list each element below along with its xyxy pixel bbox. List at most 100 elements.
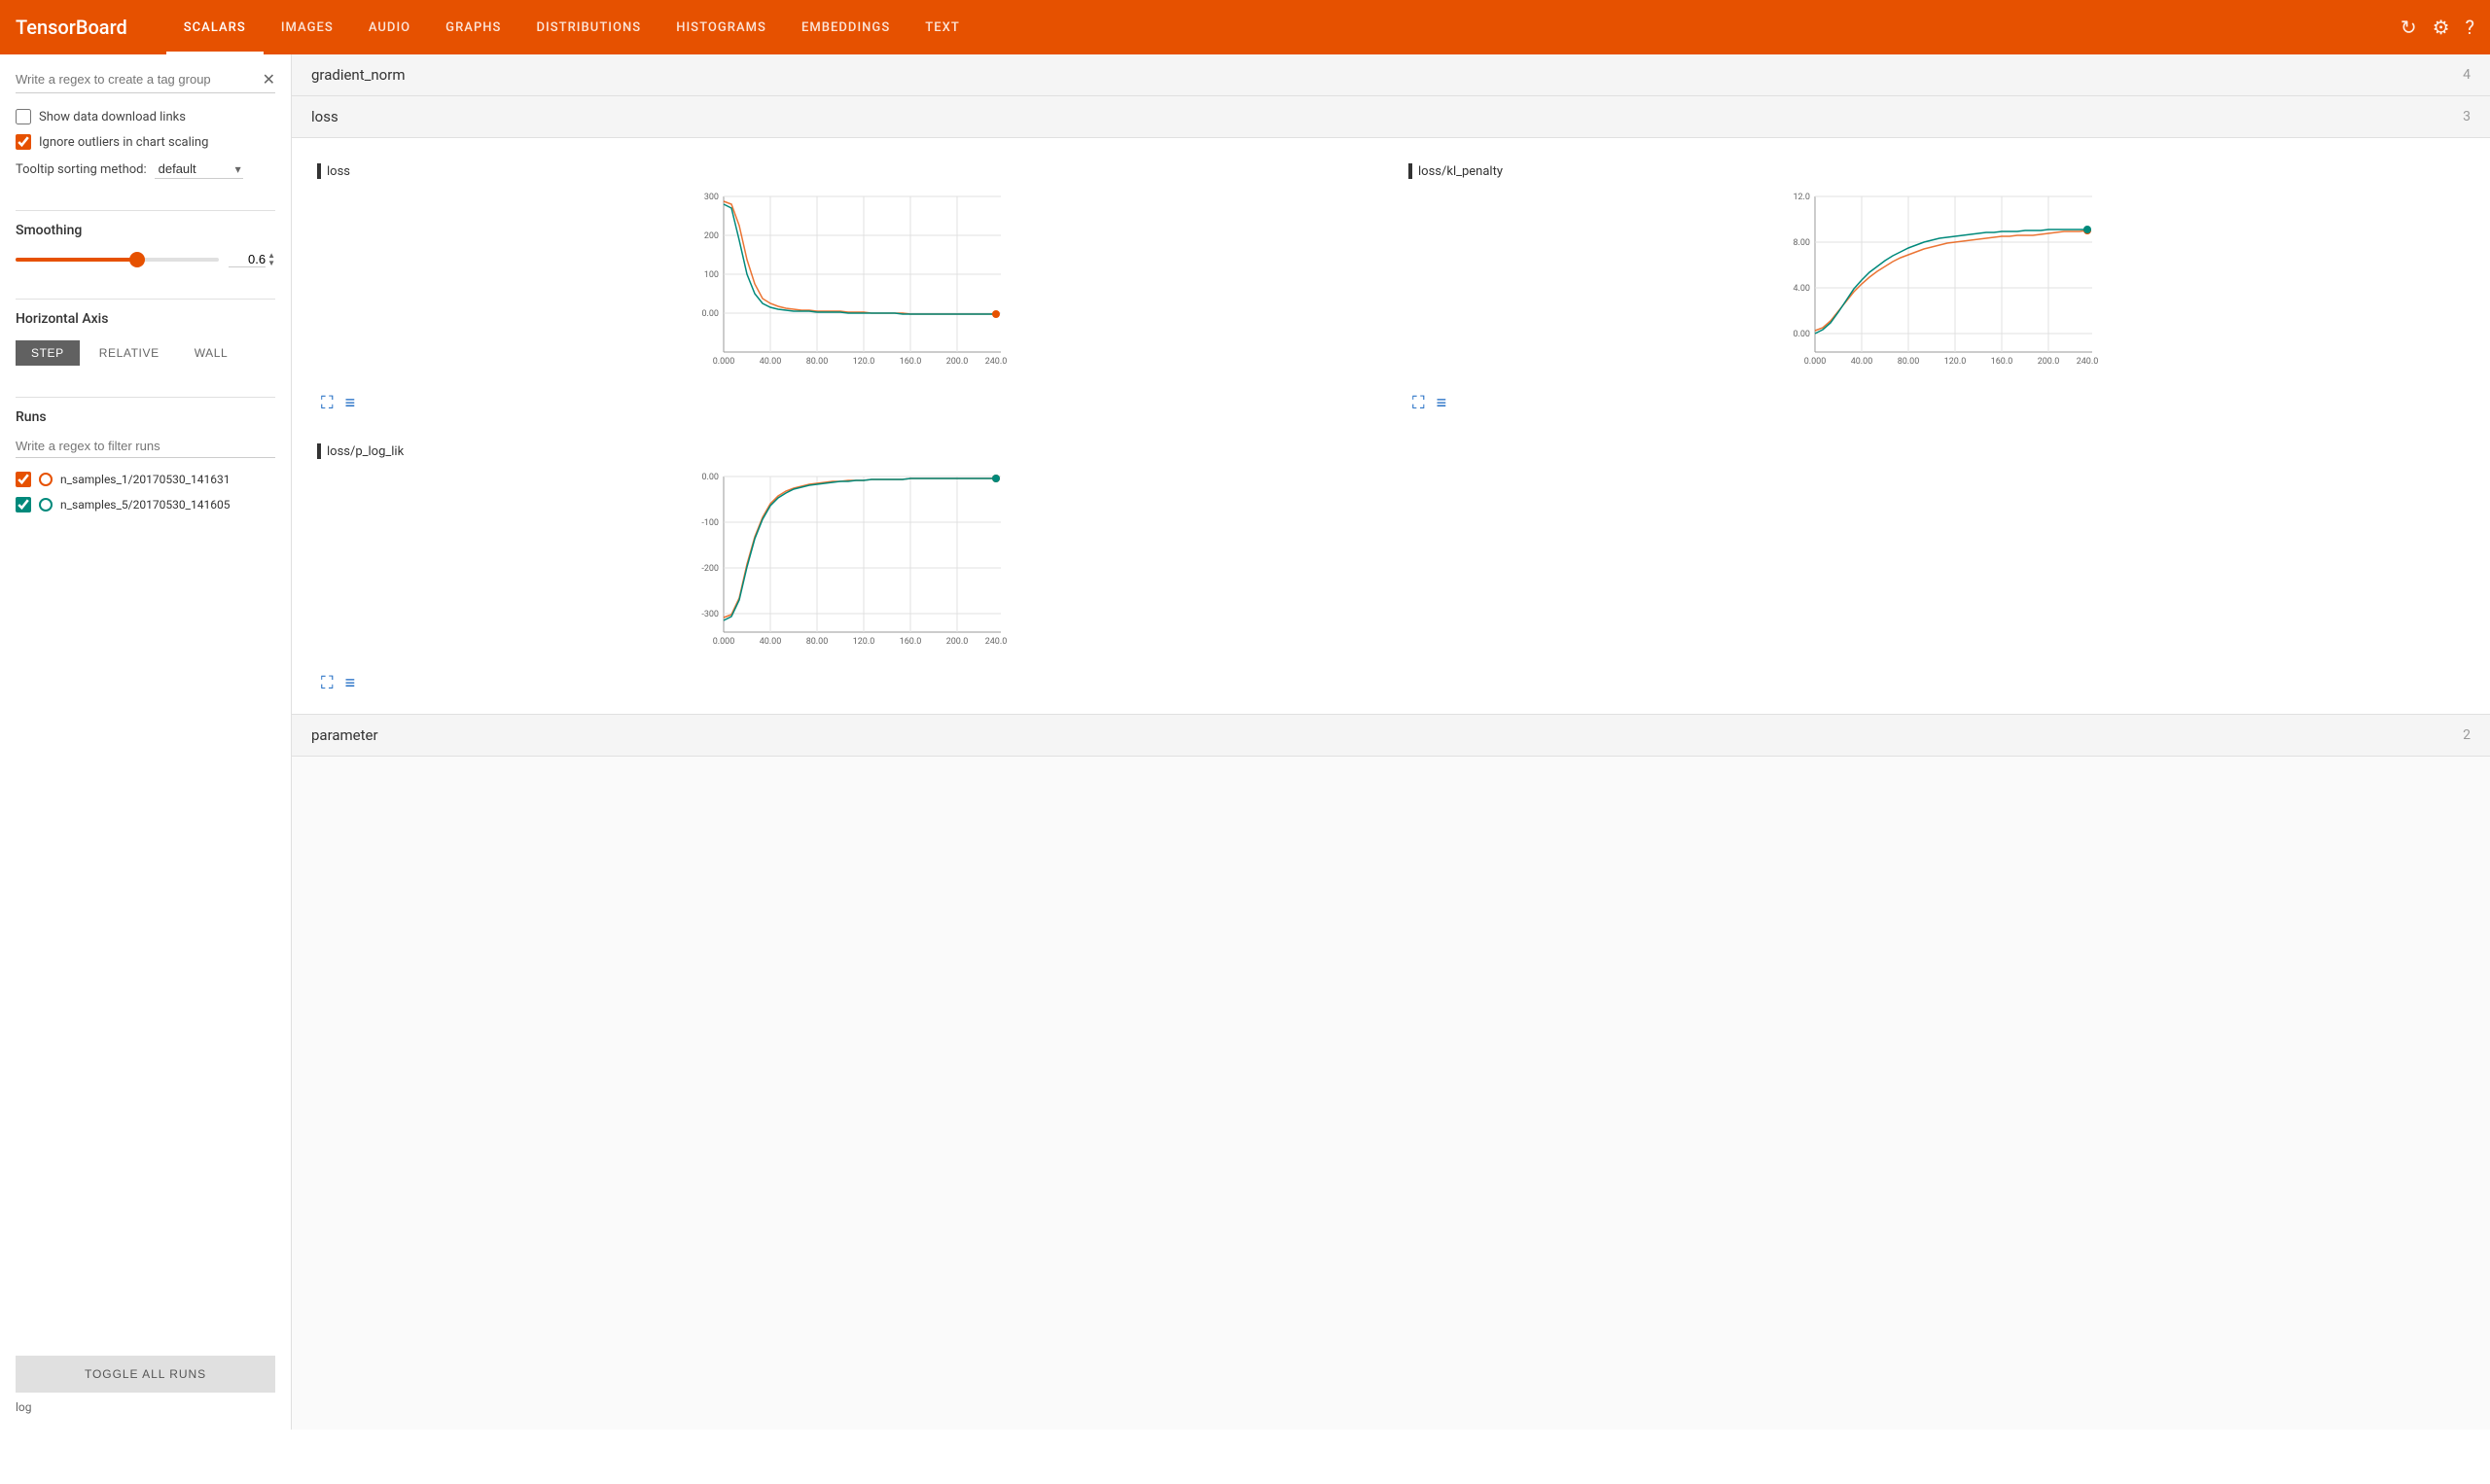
close-icon[interactable]: ✕: [263, 70, 275, 88]
chart-kl-svg: 12.0 8.00 4.00 0.00 0.000 40.00 80.00 12…: [1408, 187, 2465, 381]
smoothing-value-container: ▲ ▼: [229, 252, 275, 267]
loss-charts-container: loss: [292, 138, 2490, 715]
svg-text:12.0: 12.0: [1793, 193, 1810, 202]
chart-kl-penalty: loss/kl_penalty: [1399, 154, 2474, 418]
chart-ploglik-svg: 0.00 -100 -200 -300 0.000 40.00 80.00 12…: [317, 467, 1373, 661]
chart-kl-title-row: loss/kl_penalty: [1408, 163, 2465, 179]
ignore-outliers-row: Ignore outliers in chart scaling: [16, 134, 275, 150]
chart-loss-title-row: loss: [317, 163, 1373, 179]
svg-text:0.000: 0.000: [713, 637, 735, 647]
ignore-outliers-checkbox[interactable]: [16, 134, 31, 150]
smoothing-stepper: ▲ ▼: [267, 252, 275, 267]
loss-section-header[interactable]: loss 3: [292, 96, 2490, 138]
svg-text:80.00: 80.00: [806, 357, 829, 367]
run-2-checkbox[interactable]: [16, 497, 31, 512]
chart-kl-controls: ⛶ ≡: [1408, 393, 2465, 413]
nav-text[interactable]: TEXT: [907, 0, 978, 54]
svg-text:300: 300: [704, 193, 719, 202]
axis-wall-button[interactable]: WALL: [179, 340, 244, 366]
tooltip-sorting-label: Tooltip sorting method:: [16, 162, 147, 177]
runs-filter-input[interactable]: [16, 439, 275, 458]
chart-loss-label: loss: [327, 164, 350, 179]
smoothing-decrement[interactable]: ▼: [267, 260, 275, 267]
nav-histograms[interactable]: HISTOGRAMS: [658, 0, 784, 54]
smoothing-slider-fill: [16, 258, 137, 262]
gradient-norm-count: 4: [2463, 67, 2471, 83]
svg-text:240.0: 240.0: [985, 637, 1008, 647]
nav-audio[interactable]: AUDIO: [351, 0, 428, 54]
axis-relative-button[interactable]: RELATIVE: [84, 340, 175, 366]
chart-kl-label: loss/kl_penalty: [1418, 164, 1503, 179]
svg-text:200: 200: [704, 231, 719, 241]
header: TensorBoard SCALARS IMAGES AUDIO GRAPHS …: [0, 0, 2490, 54]
smoothing-label: Smoothing: [16, 223, 275, 238]
chart-placeholder: [1399, 434, 2474, 698]
smoothing-slider-track[interactable]: [16, 258, 219, 262]
run-1-checkbox[interactable]: [16, 472, 31, 487]
svg-text:0.000: 0.000: [1804, 357, 1827, 367]
chart-loss-menu-button[interactable]: ≡: [345, 393, 356, 413]
parameter-section-header[interactable]: parameter 2: [292, 715, 2490, 757]
divider-3: [16, 397, 275, 398]
tag-regex-input[interactable]: [16, 72, 263, 87]
smoothing-section: Smoothing ▲ ▼: [16, 223, 275, 267]
show-data-links-row: Show data download links: [16, 109, 275, 124]
chart-kl-menu-button[interactable]: ≡: [1437, 393, 1447, 413]
chart-ploglik-svg-wrapper: 0.00 -100 -200 -300 0.000 40.00 80.00 12…: [317, 467, 1373, 665]
main-nav: SCALARS IMAGES AUDIO GRAPHS DISTRIBUTION…: [166, 0, 2401, 54]
svg-text:200.0: 200.0: [2038, 357, 2060, 367]
svg-text:40.00: 40.00: [1851, 357, 1873, 367]
axis-label: Horizontal Axis: [16, 311, 275, 327]
svg-text:-100: -100: [701, 518, 719, 528]
axis-step-button[interactable]: STEP: [16, 340, 80, 366]
app-logo: TensorBoard: [16, 16, 127, 39]
chart-ploglik-menu-button[interactable]: ≡: [345, 673, 356, 693]
chart-ploglik-expand-button[interactable]: ⛶: [321, 673, 334, 693]
svg-text:0.00: 0.00: [1793, 330, 1810, 339]
parameter-count: 2: [2463, 727, 2471, 743]
nav-embeddings[interactable]: EMBEDDINGS: [784, 0, 907, 54]
svg-text:120.0: 120.0: [1944, 357, 1967, 367]
run-item-2: n_samples_5/20170530_141605: [16, 497, 275, 512]
divider-2: [16, 299, 275, 300]
loss-charts-row2: loss/p_log_lik: [307, 434, 2474, 698]
help-icon[interactable]: ?: [2466, 16, 2474, 39]
nav-scalars[interactable]: SCALARS: [166, 0, 264, 54]
smoothing-slider-thumb[interactable]: [129, 252, 145, 267]
svg-text:80.00: 80.00: [806, 637, 829, 647]
svg-text:160.0: 160.0: [1991, 357, 2013, 367]
svg-text:160.0: 160.0: [900, 357, 922, 367]
tag-group-section: ✕ Show data download links Ignore outlie…: [16, 70, 275, 179]
tooltip-sorting-select[interactable]: default ascending descending nearest: [155, 159, 243, 179]
gradient-norm-title: gradient_norm: [311, 66, 405, 84]
svg-text:0.000: 0.000: [713, 357, 735, 367]
chart-ploglik-controls: ⛶ ≡: [317, 673, 1373, 693]
show-data-links-checkbox[interactable]: [16, 109, 31, 124]
svg-text:100: 100: [704, 270, 719, 280]
nav-distributions[interactable]: DISTRIBUTIONS: [518, 0, 658, 54]
svg-text:80.00: 80.00: [1898, 357, 1920, 367]
svg-text:40.00: 40.00: [760, 637, 782, 647]
toggle-all-runs-button[interactable]: TOGGLE ALL RUNS: [16, 1356, 275, 1393]
run-2-label: n_samples_5/20170530_141605: [60, 498, 230, 512]
refresh-icon[interactable]: ↻: [2401, 16, 2417, 39]
svg-text:-200: -200: [701, 564, 719, 574]
show-data-links-label: Show data download links: [39, 110, 186, 124]
nav-graphs[interactable]: GRAPHS: [428, 0, 518, 54]
chart-loss-controls: ⛶ ≡: [317, 393, 1373, 413]
nav-images[interactable]: IMAGES: [264, 0, 351, 54]
gradient-norm-section-header[interactable]: gradient_norm 4: [292, 54, 2490, 96]
svg-text:8.00: 8.00: [1793, 238, 1810, 248]
svg-text:40.00: 40.00: [760, 357, 782, 367]
chart-loss-svg-wrapper: 300 200 100 0.00 0.000 40.00 80.00 120.0…: [317, 187, 1373, 385]
smoothing-input[interactable]: [229, 252, 266, 267]
chart-loss-expand-button[interactable]: ⛶: [321, 393, 334, 413]
chart-loss-bar: [317, 163, 321, 179]
sidebar: ✕ Show data download links Ignore outlie…: [0, 54, 292, 1430]
loss-title: loss: [311, 108, 338, 125]
svg-text:120.0: 120.0: [853, 637, 875, 647]
main-content: gradient_norm 4 loss 3 loss: [292, 54, 2490, 1430]
tooltip-sorting-row: Tooltip sorting method: default ascendin…: [16, 159, 275, 179]
chart-kl-expand-button[interactable]: ⛶: [1412, 393, 1425, 413]
settings-icon[interactable]: ⚙: [2433, 16, 2450, 39]
